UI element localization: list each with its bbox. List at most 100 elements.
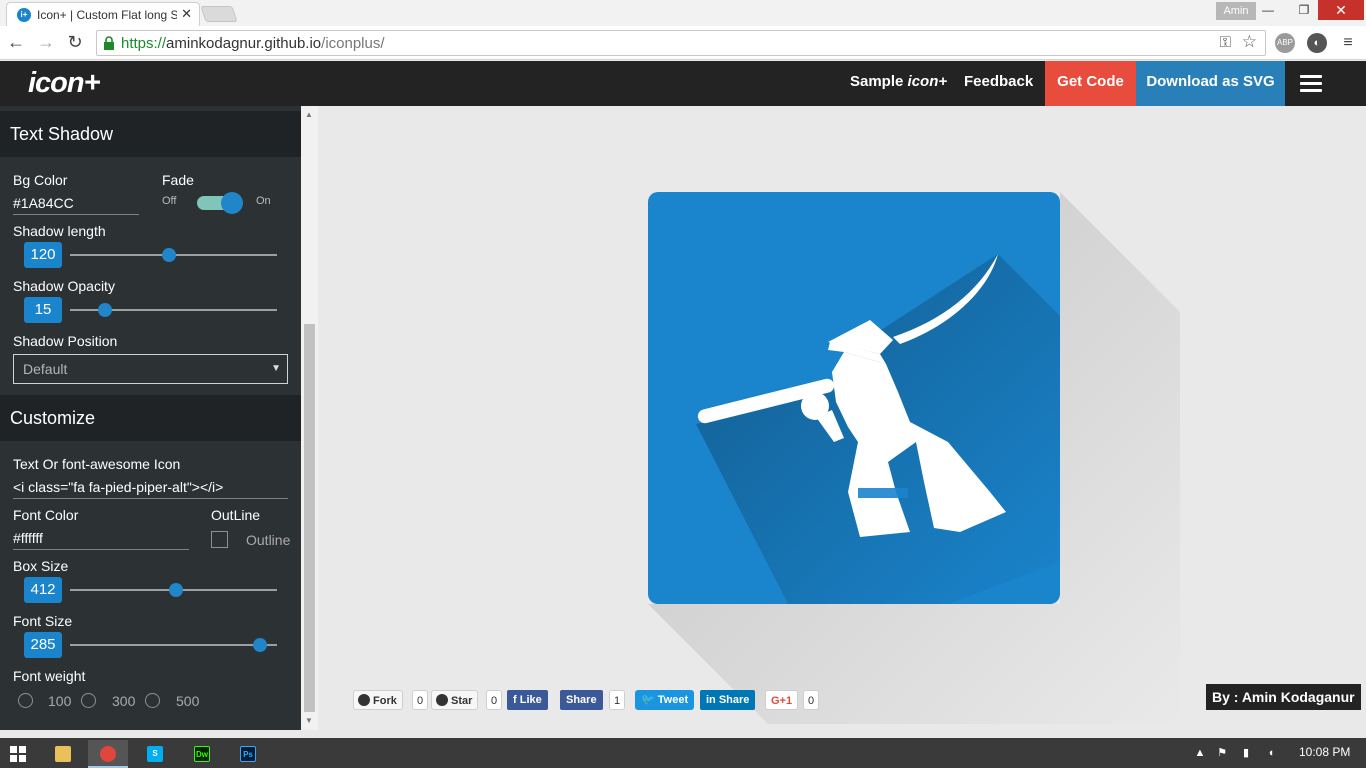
browser-tab[interactable]: i+ Icon+ | Custom Flat long S ✕: [6, 2, 200, 26]
font-size-slider-thumb[interactable]: [253, 638, 268, 652]
extension-icon[interactable]: ◐: [1307, 33, 1327, 53]
taskbar-file-explorer[interactable]: [43, 740, 83, 768]
shadow-length-slider-thumb[interactable]: [162, 248, 177, 262]
windows-start-icon[interactable]: [10, 746, 26, 762]
taskbar-photoshop[interactable]: Ps: [228, 740, 268, 768]
github-fork-button[interactable]: Fork: [353, 690, 403, 710]
shadow-length-value: 120: [24, 242, 62, 268]
taskbar-chrome[interactable]: [88, 740, 128, 768]
reload-icon[interactable]: ↻: [63, 30, 87, 54]
scroll-up-icon[interactable]: ▲: [305, 110, 313, 119]
key-icon[interactable]: ⚿: [1220, 34, 1231, 51]
shadow-opacity-slider[interactable]: [70, 303, 277, 317]
fb-like-label: Like: [519, 694, 542, 706]
facebook-like-button[interactable]: f Like: [507, 690, 548, 710]
hamburger-menu-icon[interactable]: [1300, 75, 1322, 93]
nav-sample-link[interactable]: Sample icon+: [850, 61, 947, 106]
photoshop-icon: Ps: [240, 746, 256, 762]
icon-preview: [648, 192, 1180, 724]
chrome-icon: [100, 746, 116, 762]
box-size-slider[interactable]: [70, 583, 277, 597]
fade-toggle-knob[interactable]: [221, 192, 243, 214]
fade-on-label: On: [256, 195, 271, 207]
browser-toolbar: ← → ↻ https://aminkodagnur.github.io/ico…: [0, 26, 1366, 60]
scrollbar-thumb[interactable]: [304, 324, 315, 712]
url-host: aminkodagnur.github.io: [166, 35, 322, 52]
icon-input[interactable]: <i class="fa fa-pied-piper-alt"></i>: [13, 479, 288, 499]
gplus-button[interactable]: G+1: [765, 690, 799, 710]
fork-label: Fork: [373, 695, 397, 707]
twitter-icon: 🐦: [641, 694, 658, 706]
preview-area: Fork 0 Star 0 f Like Share 1 🐦 Tweet in …: [318, 106, 1366, 730]
shadow-position-select[interactable]: Default ▼: [13, 354, 288, 384]
window-close-icon[interactable]: ✕: [1318, 0, 1364, 20]
star-icon[interactable]: ☆: [1242, 32, 1257, 52]
text-shadow-heading: Text Shadow: [0, 111, 301, 157]
app-header: icon+ Sample icon+ Feedback Get Code Dow…: [0, 61, 1366, 106]
profile-button[interactable]: Amin: [1216, 2, 1256, 20]
font-weight-radio-100[interactable]: [18, 693, 33, 708]
font-weight-option-300: 300: [112, 693, 136, 709]
outline-checkbox-label: Outline: [246, 532, 291, 548]
shadow-opacity-slider-thumb[interactable]: [98, 303, 113, 317]
bg-color-input[interactable]: #1A84CC: [13, 195, 139, 215]
download-svg-button[interactable]: Download as SVG: [1136, 61, 1285, 106]
font-size-value: 285: [24, 632, 62, 658]
new-tab-button[interactable]: [200, 6, 238, 22]
taskbar-dreamweaver[interactable]: Dw: [182, 740, 222, 768]
github-icon: [436, 694, 448, 706]
font-color-label: Font Color: [13, 507, 79, 523]
github-icon: [358, 694, 370, 706]
sidebar-scrollbar[interactable]: ▲ ▼: [301, 106, 318, 730]
tray-chevron-icon[interactable]: ▲: [1194, 747, 1206, 759]
url-scheme: https://: [121, 35, 167, 52]
bg-color-label: Bg Color: [13, 172, 68, 188]
url-path: /iconplus/: [321, 35, 385, 52]
lock-icon: [104, 36, 114, 50]
author-byline[interactable]: By : Amin Kodaganur: [1206, 684, 1361, 710]
network-icon[interactable]: ▮: [1240, 747, 1252, 759]
shadow-opacity-label: Shadow Opacity: [13, 278, 115, 294]
flag-icon[interactable]: ⚑: [1216, 747, 1228, 759]
nav-sample-label: Sample: [850, 73, 904, 90]
app-logo[interactable]: icon+: [28, 67, 101, 100]
font-weight-radio-500[interactable]: [145, 693, 160, 708]
shadow-length-slider[interactable]: [70, 248, 277, 262]
linkedin-share-button[interactable]: in Share: [700, 690, 756, 710]
taskbar-skype[interactable]: S: [135, 740, 175, 768]
facebook-share-button[interactable]: Share: [560, 690, 603, 710]
address-bar[interactable]: https://aminkodagnur.github.io/iconplus/…: [96, 30, 1266, 56]
tray-clock[interactable]: 10:08 PM: [1299, 745, 1350, 759]
fade-toggle[interactable]: [197, 192, 243, 214]
dreamweaver-icon: Dw: [194, 746, 210, 762]
box-size-slider-thumb[interactable]: [168, 583, 183, 597]
font-size-slider[interactable]: [70, 638, 277, 652]
gplus-count: 0: [803, 690, 820, 710]
get-code-button[interactable]: Get Code: [1045, 61, 1136, 106]
tweet-button[interactable]: 🐦 Tweet: [635, 690, 695, 710]
fb-share-count: 1: [609, 690, 626, 710]
minimize-icon[interactable]: —: [1252, 0, 1284, 20]
nav-sample-brand: icon+: [907, 73, 948, 90]
facebook-icon: f: [513, 694, 520, 706]
adblock-icon[interactable]: ABP: [1275, 33, 1295, 53]
outline-checkbox[interactable]: [211, 531, 228, 548]
nav-feedback-link[interactable]: Feedback: [964, 61, 1033, 106]
font-weight-radio-300[interactable]: [81, 693, 96, 708]
restore-icon[interactable]: ❐: [1288, 0, 1320, 20]
font-color-input[interactable]: #ffffff: [13, 530, 189, 550]
outline-label: OutLine: [211, 507, 261, 523]
settings-sidebar: Text Shadow Bg Color #1A84CC Fade Off On…: [0, 106, 301, 730]
scroll-down-icon[interactable]: ▼: [305, 716, 313, 725]
fade-off-label: Off: [162, 195, 177, 207]
back-icon[interactable]: ←: [4, 30, 28, 54]
github-star-button[interactable]: Star: [431, 690, 479, 710]
tweet-label: Tweet: [657, 694, 689, 706]
volume-icon[interactable]: ◖: [1265, 747, 1277, 759]
chrome-menu-icon[interactable]: ≡: [1338, 33, 1358, 53]
fork-count: 0: [412, 690, 429, 710]
tab-close-icon[interactable]: ✕: [181, 6, 192, 22]
forward-icon[interactable]: →: [34, 30, 58, 54]
star-count: 0: [486, 690, 503, 710]
favicon-icon: i+: [17, 8, 31, 22]
